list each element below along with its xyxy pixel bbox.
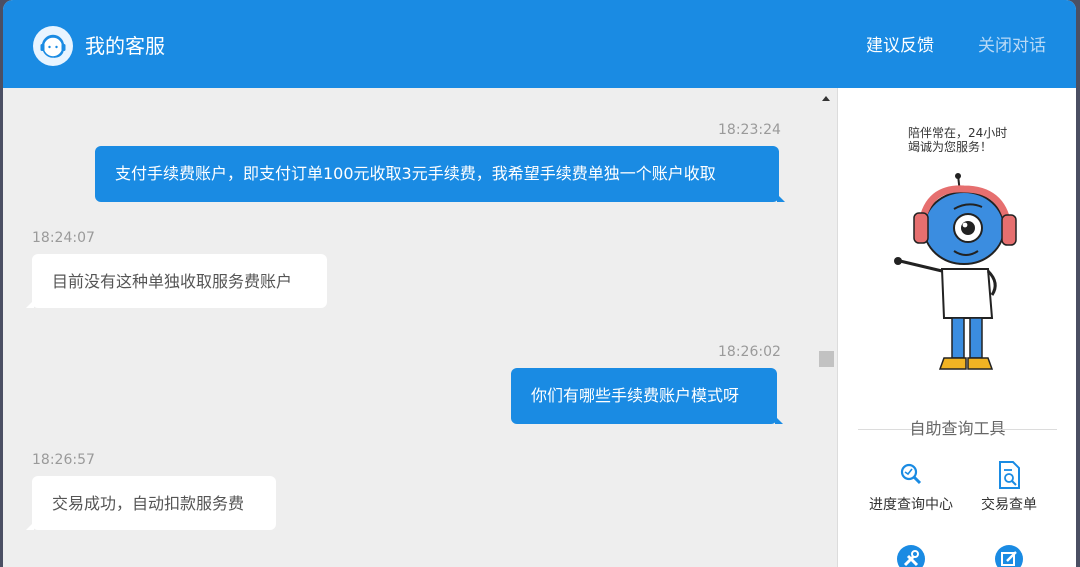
message-bubble-out: 你们有哪些手续费账户模式呀 [511, 368, 783, 424]
tool-transaction-query[interactable]: 交易查单 [954, 460, 1064, 514]
message-bubble-out: 支付手续费账户，即支付订单100元收取3元手续费，我希望手续费单独一个账户收取 [95, 146, 785, 202]
chat-scrollbar[interactable] [816, 88, 836, 567]
slogan-line-2: 竭诚为您服务！ [908, 140, 993, 154]
slogan-line-1: 陪伴常在，24小时 [908, 126, 1008, 140]
headset-logo-icon [33, 26, 73, 66]
divider-right [995, 429, 1057, 430]
service-sidebar: 陪伴常在，24小时 竭诚为您服务！ 自助查询工具 进度查询中心 交易查单 [837, 88, 1076, 567]
message-bubble-in: 交易成功，自动扣款服务费 [26, 476, 276, 530]
search-progress-icon [896, 460, 926, 490]
chat-messages[interactable]: 18:23:24 支付手续费账户，即支付订单100元收取3元手续费，我希望手续费… [3, 88, 836, 567]
message-time: 18:23:24 [718, 122, 781, 138]
header-bar: 我的客服 建议反馈 关闭对话 [3, 0, 1076, 88]
tool-edit[interactable] [954, 544, 1064, 567]
tool-label: 交易查单 [981, 497, 1037, 513]
document-search-icon [994, 460, 1024, 490]
edit-icon [994, 544, 1024, 567]
scroll-up-arrow-icon[interactable] [822, 96, 830, 101]
close-chat-link[interactable]: 关闭对话 [978, 34, 1046, 58]
message-time: 18:26:57 [32, 452, 95, 468]
message-time: 18:24:07 [32, 230, 95, 246]
feedback-link[interactable]: 建议反馈 [866, 34, 934, 58]
header-title: 我的客服 [85, 34, 165, 58]
chat-window: 我的客服 建议反馈 关闭对话 18:23:24 支付手续费账户，即支付订单100… [3, 0, 1076, 567]
service-slogan: 陪伴常在，24小时 竭诚为您服务！ [908, 126, 1007, 154]
tool-service[interactable] [856, 544, 966, 567]
message-bubble-in: 目前没有这种单独收取服务费账户 [26, 254, 327, 308]
tool-progress-query[interactable]: 进度查询中心 [856, 460, 966, 514]
tools-icon [896, 544, 926, 567]
scroll-thumb[interactable] [819, 351, 834, 367]
mascot-illustration [888, 173, 1023, 382]
message-time: 18:26:02 [718, 344, 781, 360]
tool-label: 进度查询中心 [869, 497, 953, 513]
